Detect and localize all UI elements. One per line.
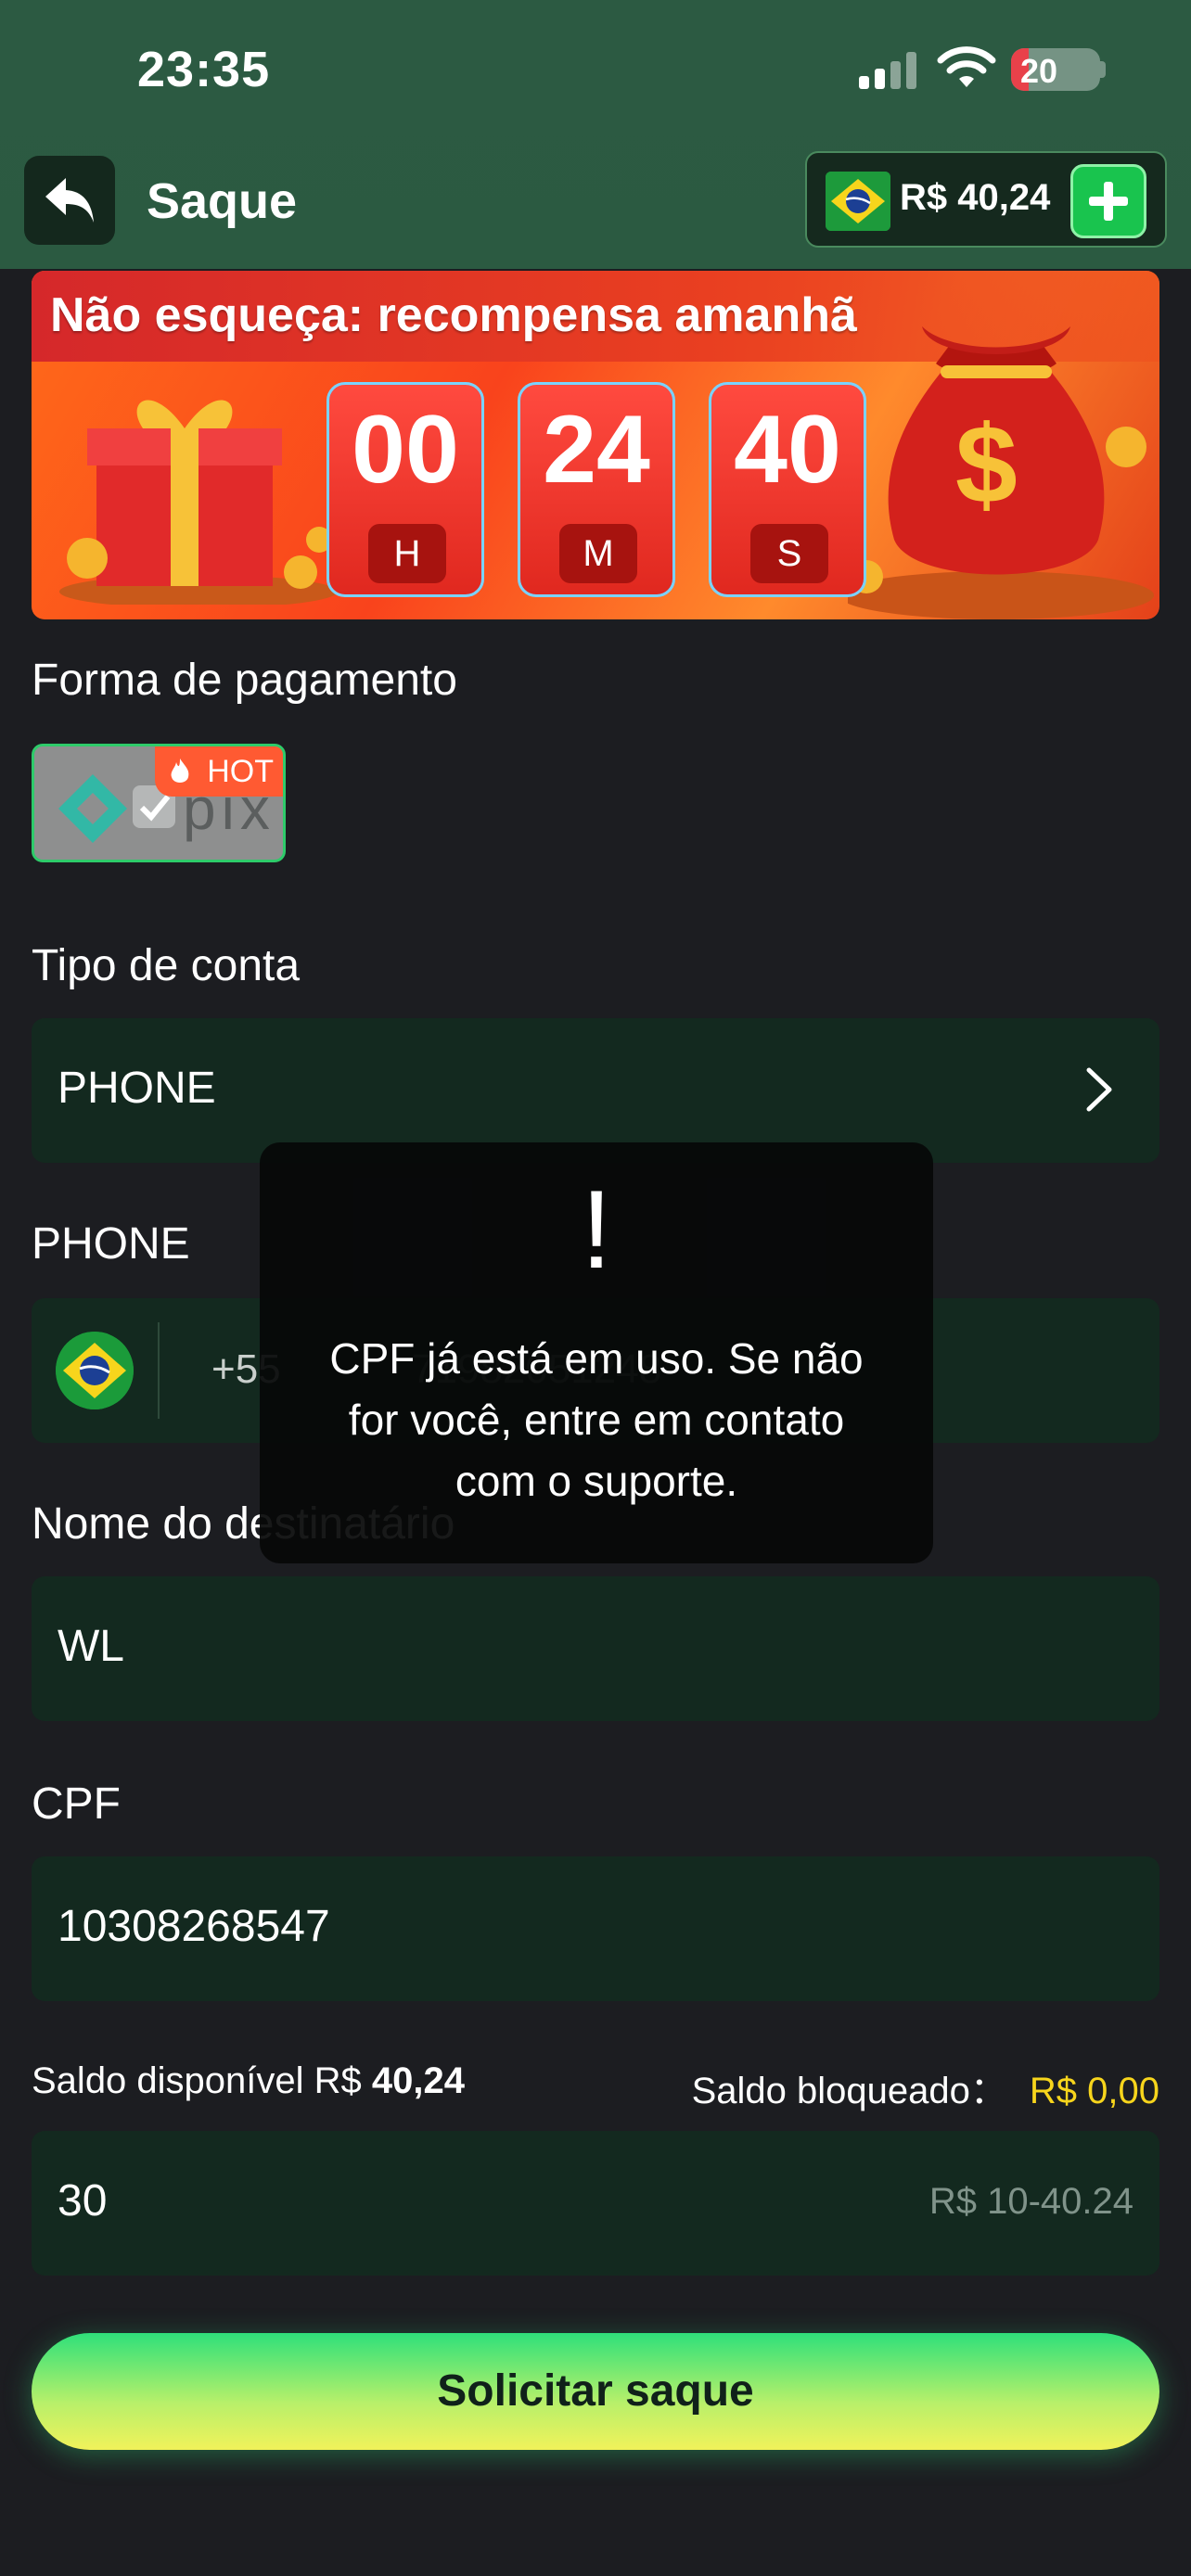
error-toast: ! CPF já está em uso. Se não for você, e… [260,1142,933,1563]
banner-title: Não esqueça: recompensa amanhã [50,288,857,342]
page-title: Saque [147,173,298,229]
wifi-icon [937,46,996,87]
recipient-value: WL [58,1622,124,1671]
fire-icon [171,759,189,783]
brazil-flag-icon [826,172,890,231]
hot-badge-label: HOT [207,754,274,789]
amount-value: 30 [58,2176,108,2225]
blocked-balance-value: R$ 0,00 [1029,2071,1159,2111]
available-balance-label: Saldo disponível R$ [32,2060,362,2101]
recipient-input[interactable]: WL [32,1576,1159,1721]
timer-minutes-label: M [559,524,637,583]
timer-minutes: 24 M [518,382,675,597]
back-button[interactable] [24,156,115,245]
reward-banner[interactable]: Não esqueça: recompensa amanhã $ 00 H 24… [32,271,1159,619]
amount-input[interactable]: 30 R$ 10-40.24 [32,2131,1159,2276]
money-bag-icon: $ [848,326,1154,619]
timer-seconds-value: 40 [734,396,841,504]
account-type-value: PHONE [58,1064,216,1113]
phone-divider [158,1322,160,1419]
toast-message: CPF já está em uso. Se não for você, ent… [329,1334,864,1505]
hot-badge: HOT [155,746,283,797]
account-type-label: Tipo de conta [32,941,301,990]
app-header: 23:35 20 Saque R$ 40,24 [0,0,1191,269]
gift-box-icon [59,400,338,605]
cpf-label: CPF [32,1779,121,1829]
account-type-select[interactable]: PHONE [32,1018,1159,1163]
timer-seconds-label: S [750,524,828,583]
pix-payment-option[interactable]: pix HOT [32,744,286,862]
available-balance-value: 40,24 [371,2060,466,2101]
battery-level: 20 [1020,52,1058,90]
pix-logo-icon [58,774,127,843]
available-balance: Saldo disponível R$ 40,24 [32,2060,465,2102]
amount-range-hint: R$ 10-40.24 [928,2181,1133,2222]
timer-seconds: 40 S [709,382,866,597]
exclamation-icon: ! [581,1167,612,1292]
plus-icon [1089,182,1128,221]
deposit-button[interactable] [1070,164,1146,238]
timer-minutes-value: 24 [543,396,650,504]
chevron-right-icon [1086,1067,1112,1112]
back-arrow-icon [45,178,94,223]
payment-method-label: Forma de pagamento [32,656,457,705]
request-withdrawal-button[interactable]: Solicitar saque [32,2333,1159,2450]
timer-hours: 00 H [327,382,484,597]
status-time: 23:35 [137,42,271,97]
svg-text:$: $ [955,402,1018,527]
timer-hours-value: 00 [352,396,459,504]
battery-tip [1100,61,1106,78]
timer-hours-label: H [368,524,446,583]
battery-icon: 20 [1011,48,1100,91]
cellular-signal-icon [859,52,920,89]
brazil-flag-icon [56,1332,134,1409]
cpf-input[interactable]: 10308268547 [32,1856,1159,2001]
blocked-balance-label: Saldo bloqueado： [691,2071,1007,2111]
phone-label: PHONE [32,1219,190,1269]
cpf-value: 10308268547 [58,1902,330,1951]
balance-amount: R$ 40,24 [900,177,1051,218]
blocked-balance: Saldo bloqueado： R$ 0,00 [692,2060,1159,2114]
balance-widget[interactable]: R$ 40,24 [805,151,1167,248]
